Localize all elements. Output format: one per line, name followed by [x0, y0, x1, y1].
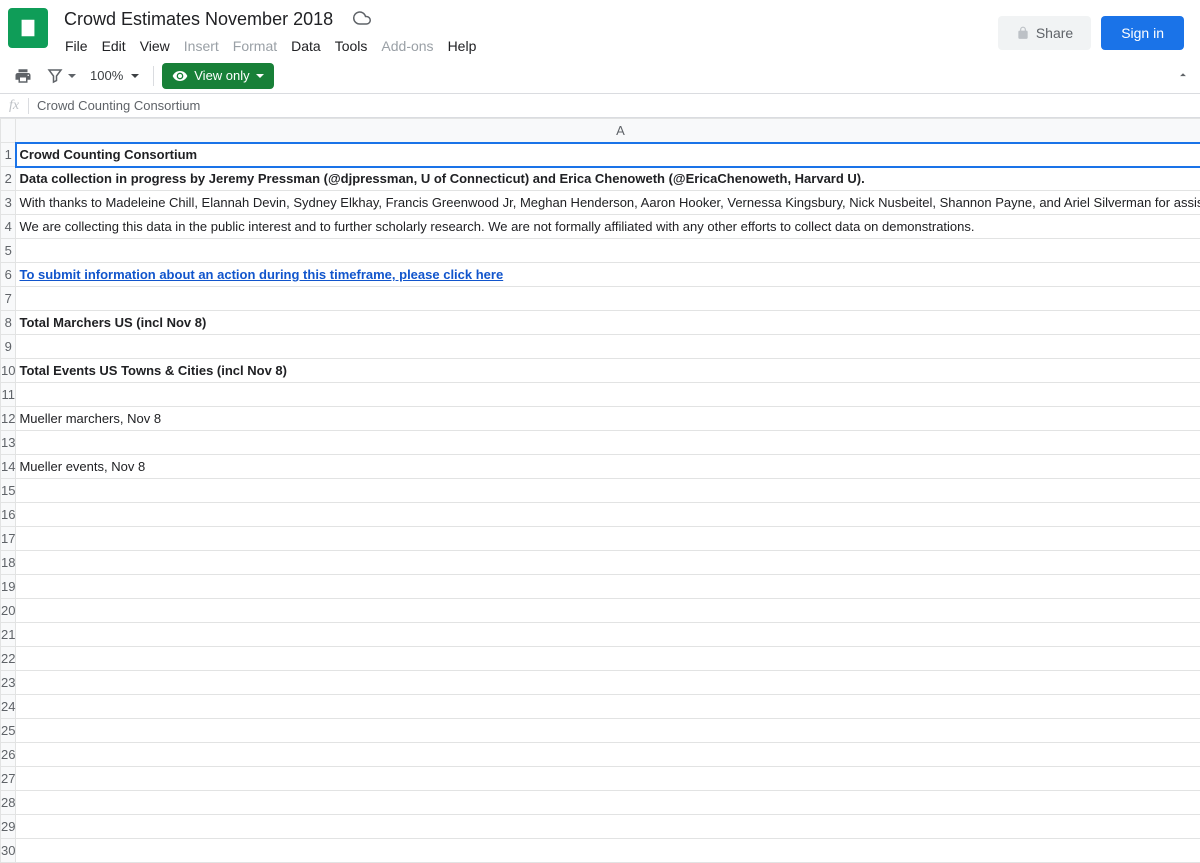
row-header-26[interactable]: 26 [1, 743, 16, 767]
zoom-dropdown[interactable]: 100% [84, 64, 145, 87]
doc-title[interactable]: Crowd Estimates November 2018 [58, 7, 339, 32]
row-header-3[interactable]: 3 [1, 191, 16, 215]
cell-A28[interactable] [16, 791, 1200, 815]
cell-A8[interactable]: Total Marchers US (incl Nov 8) [16, 311, 1200, 335]
cell-A14[interactable]: Mueller events, Nov 8 [16, 455, 1200, 479]
row-header-23[interactable]: 23 [1, 671, 16, 695]
row-header-27[interactable]: 27 [1, 767, 16, 791]
fx-label: fx [0, 98, 28, 114]
row-header-12[interactable]: 12 [1, 407, 16, 431]
row-header-15[interactable]: 15 [1, 479, 16, 503]
cell-A1[interactable]: Crowd Counting Consortium [16, 143, 1200, 167]
row-header-24[interactable]: 24 [1, 695, 16, 719]
row-header-1[interactable]: 1 [1, 143, 16, 167]
row-header-29[interactable]: 29 [1, 815, 16, 839]
cell-A12[interactable]: Mueller marchers, Nov 8 [16, 407, 1200, 431]
cell-A26[interactable] [16, 743, 1200, 767]
row-header-11[interactable]: 11 [1, 383, 16, 407]
toolbar-separator [153, 66, 154, 86]
menu-bar: File Edit View Insert Format Data Tools … [58, 34, 998, 58]
cell-A25[interactable] [16, 719, 1200, 743]
menu-help[interactable]: Help [441, 34, 484, 58]
row-header-8[interactable]: 8 [1, 311, 16, 335]
menu-edit[interactable]: Edit [95, 34, 133, 58]
row-header-10[interactable]: 10 [1, 359, 16, 383]
row-header-9[interactable]: 9 [1, 335, 16, 359]
select-all-corner[interactable] [1, 119, 16, 143]
cell-A15[interactable] [16, 479, 1200, 503]
menu-insert: Insert [177, 34, 226, 58]
menu-addons: Add-ons [374, 34, 440, 58]
menu-view[interactable]: View [133, 34, 177, 58]
cell-A23[interactable] [16, 671, 1200, 695]
view-only-button[interactable]: View only [162, 63, 273, 89]
row-header-7[interactable]: 7 [1, 287, 16, 311]
row-header-30[interactable]: 30 [1, 839, 16, 863]
cell-A5[interactable] [16, 239, 1200, 263]
menu-tools[interactable]: Tools [328, 34, 375, 58]
lock-icon [1016, 26, 1030, 40]
cell-A19[interactable] [16, 575, 1200, 599]
cell-A11[interactable] [16, 383, 1200, 407]
cell-A29[interactable] [16, 815, 1200, 839]
row-header-20[interactable]: 20 [1, 599, 16, 623]
col-header-A[interactable]: A [16, 119, 1200, 143]
row-header-13[interactable]: 13 [1, 431, 16, 455]
row-header-25[interactable]: 25 [1, 719, 16, 743]
row-header-19[interactable]: 19 [1, 575, 16, 599]
cell-A7[interactable] [16, 287, 1200, 311]
signin-button[interactable]: Sign in [1101, 16, 1184, 50]
collapse-toolbar-icon[interactable] [1176, 68, 1190, 85]
cell-A20[interactable] [16, 599, 1200, 623]
cell-A4[interactable]: We are collecting this data in the publi… [16, 215, 1200, 239]
row-header-5[interactable]: 5 [1, 239, 16, 263]
cloud-saved-icon [353, 9, 371, 30]
sheets-logo[interactable] [8, 8, 48, 48]
spreadsheet-grid[interactable]: ABCDEFGHIJKL1Crowd Counting Consortium2D… [0, 118, 1200, 863]
menu-file[interactable]: File [58, 34, 95, 58]
print-icon[interactable] [8, 61, 38, 91]
cell-A27[interactable] [16, 767, 1200, 791]
cell-A10[interactable]: Total Events US Towns & Cities (incl Nov… [16, 359, 1200, 383]
eye-icon [172, 68, 188, 84]
menu-format: Format [226, 34, 284, 58]
cell-A18[interactable] [16, 551, 1200, 575]
row-header-28[interactable]: 28 [1, 791, 16, 815]
formula-input[interactable]: Crowd Counting Consortium [29, 98, 1200, 113]
row-header-22[interactable]: 22 [1, 647, 16, 671]
cell-A3[interactable]: With thanks to Madeleine Chill, Elannah … [16, 191, 1200, 215]
cell-A30[interactable] [16, 839, 1200, 863]
share-button[interactable]: Share [998, 16, 1091, 50]
row-header-18[interactable]: 18 [1, 551, 16, 575]
chevron-down-icon [256, 74, 264, 78]
row-header-4[interactable]: 4 [1, 215, 16, 239]
menu-data[interactable]: Data [284, 34, 328, 58]
cell-A17[interactable] [16, 527, 1200, 551]
cell-A13[interactable] [16, 431, 1200, 455]
row-header-16[interactable]: 16 [1, 503, 16, 527]
row-header-14[interactable]: 14 [1, 455, 16, 479]
row-header-21[interactable]: 21 [1, 623, 16, 647]
cell-A9[interactable] [16, 335, 1200, 359]
cell-A24[interactable] [16, 695, 1200, 719]
row-header-6[interactable]: 6 [1, 263, 16, 287]
filter-icon[interactable] [40, 61, 82, 91]
cell-A21[interactable] [16, 623, 1200, 647]
cell-A16[interactable] [16, 503, 1200, 527]
cell-A2[interactable]: Data collection in progress by Jeremy Pr… [16, 167, 1200, 191]
row-header-2[interactable]: 2 [1, 167, 16, 191]
cell-A22[interactable] [16, 647, 1200, 671]
cell-A6[interactable]: To submit information about an action du… [16, 263, 1200, 287]
share-label: Share [1036, 25, 1073, 41]
row-header-17[interactable]: 17 [1, 527, 16, 551]
view-only-label: View only [194, 68, 249, 83]
